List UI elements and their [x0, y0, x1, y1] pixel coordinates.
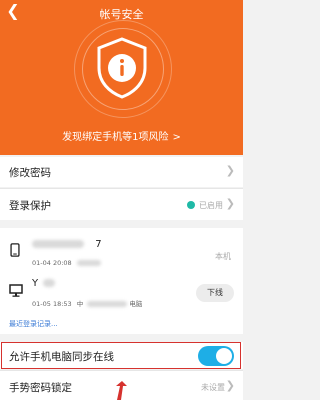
offline-button[interactable]: 下线: [196, 284, 234, 302]
redacted-text: [32, 240, 84, 248]
shield-info-icon: [97, 37, 147, 99]
chevron-right-icon: ❯: [225, 164, 235, 177]
change-password-label: 修改密码: [9, 167, 51, 179]
allow-sync-toggle[interactable]: [198, 346, 234, 366]
annotation-arrow-icon: [116, 381, 127, 400]
redacted-text: [43, 279, 56, 287]
redacted-text: [87, 301, 128, 307]
toggle-knob: [216, 348, 232, 364]
phone-icon: [10, 243, 20, 257]
login-protection-label: 登录保护: [9, 200, 51, 212]
computer-icon: [9, 284, 23, 297]
risk-text: 发现绑定手机等1项风险: [62, 132, 169, 143]
login-protection-status: 已启用: [187, 200, 223, 211]
gesture-lock-label: 手势密码锁定: [9, 382, 72, 394]
risk-warning-link[interactable]: 发现绑定手机等1项风险 >: [0, 128, 243, 143]
change-password-row[interactable]: 修改密码 ❯: [0, 157, 243, 187]
gesture-lock-status: 未设置: [201, 383, 225, 392]
header: ❮ 帐号安全 发现绑定手机等1项风险 >: [0, 0, 243, 155]
device-meta: 01-04 20:08: [32, 259, 101, 267]
login-protection-row[interactable]: 登录保护 已启用 ❯: [0, 189, 243, 220]
device-name: Y: [32, 278, 56, 289]
chevron-right-icon: ❯: [225, 197, 235, 210]
recent-login-link[interactable]: 最近登录记录...: [9, 319, 58, 329]
this-device-tag: 本机: [215, 252, 231, 261]
enabled-dot-icon: [187, 201, 195, 209]
redacted-text: [76, 260, 101, 266]
chevron-right-icon: ❯: [225, 379, 235, 392]
device-name: 7: [32, 239, 102, 250]
risk-chevron-icon: >: [172, 132, 181, 143]
device-meta: 01-05 18:53 中 电脑: [32, 300, 143, 308]
devices-card: 7 01-04 20:08 本机 Y 01-05 18:53 中 电脑 下线 最…: [0, 228, 243, 334]
